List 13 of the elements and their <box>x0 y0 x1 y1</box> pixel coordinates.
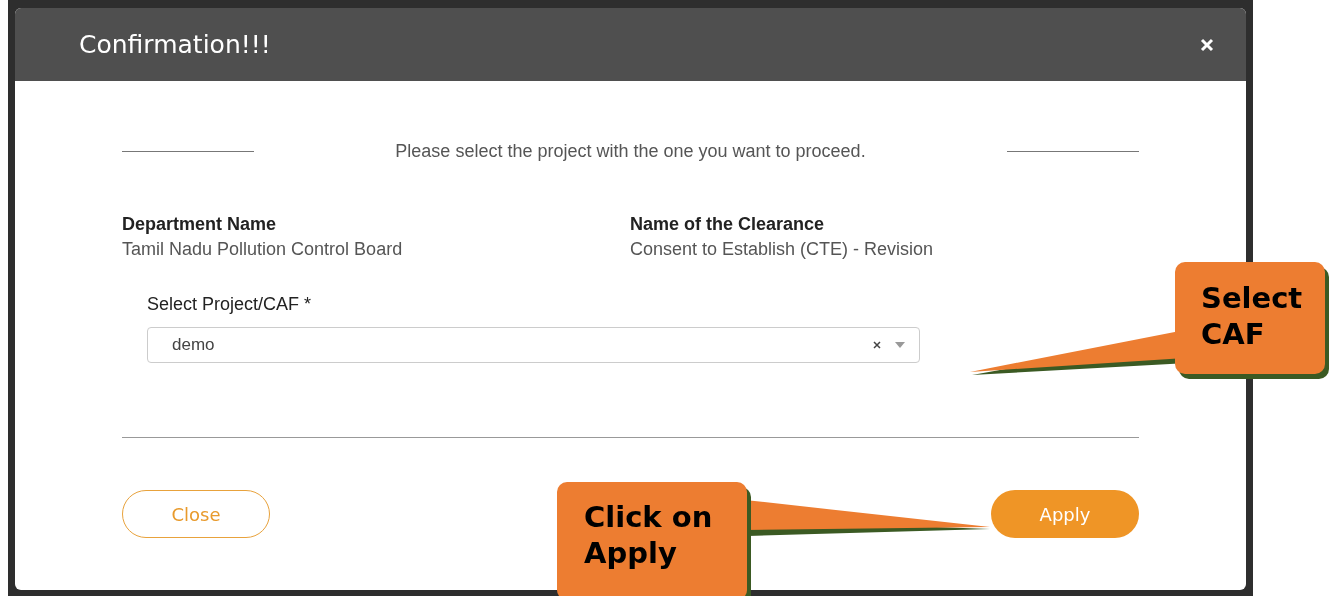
close-button[interactable]: Close <box>122 490 270 538</box>
detail-label: Department Name <box>122 214 278 235</box>
caret-icon[interactable] <box>895 342 905 348</box>
detail-value: Tamil Nadu Pollution Control Board <box>122 239 404 260</box>
close-icon[interactable] <box>1200 37 1214 52</box>
select-label: Select Project/CAF * <box>147 294 313 315</box>
apply-button[interactable]: Apply <box>991 490 1139 538</box>
intro-text: Please select the project with the one you want to proceed. <box>395 141 866 162</box>
modal-title: Confirmation!!! <box>79 30 271 59</box>
clear-icon[interactable] <box>873 341 881 349</box>
detail-label: Name of the Clearance <box>630 214 826 235</box>
project-select[interactable]: demo <box>147 327 920 363</box>
detail-value: Consent to Establish (CTE) - Revision <box>630 239 935 260</box>
